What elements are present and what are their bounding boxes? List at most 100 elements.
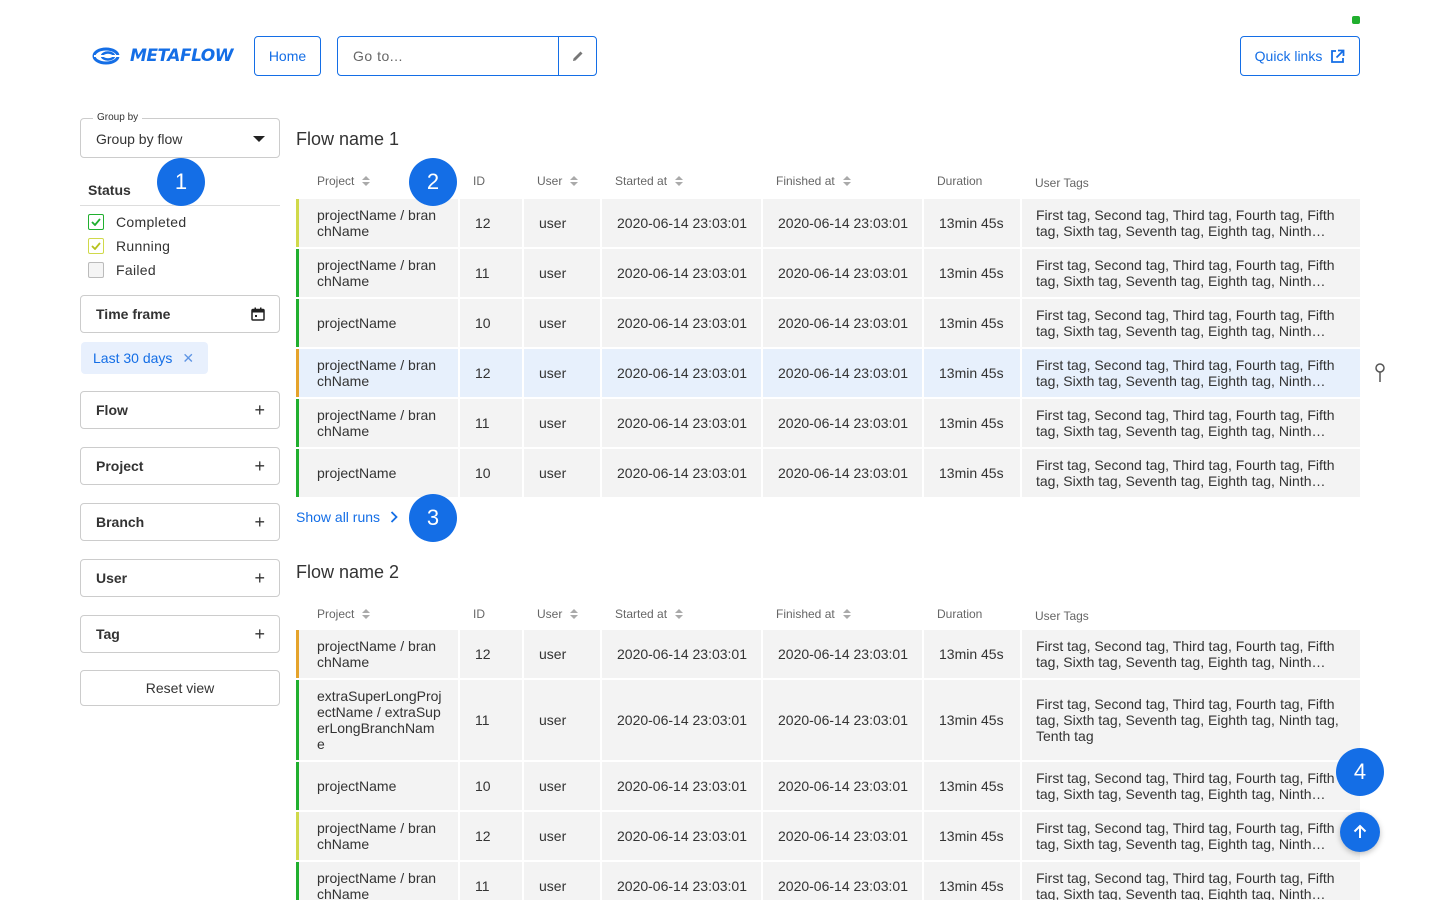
- filter-tag[interactable]: Tag +: [80, 615, 280, 653]
- column-header-project[interactable]: Project: [317, 604, 371, 624]
- filter-user[interactable]: User +: [80, 559, 280, 597]
- table-row[interactable]: projectName 10 user 2020-06-14 23:03:01 2020…: [296, 762, 1360, 810]
- table-row[interactable]: projectName / branchName 11 user 2020-06-14…: [296, 249, 1360, 297]
- id-cell: 12: [460, 812, 522, 860]
- filter-project[interactable]: Project +: [80, 447, 280, 485]
- user-tags-cell: First tag, Second tag, Third tag, Fourth…: [1022, 249, 1360, 297]
- column-header-id: ID: [473, 607, 485, 621]
- column-header-finished-at[interactable]: Finished at: [776, 171, 851, 191]
- table-row[interactable]: projectName / branchName 12 user 2020-06-14…: [296, 199, 1360, 247]
- completed-checkbox[interactable]: [88, 214, 104, 230]
- quick-links-button[interactable]: Quick links: [1240, 36, 1360, 76]
- id-cell-text: 10: [475, 315, 491, 331]
- metaflow-logo-icon: [92, 47, 122, 65]
- started-at-cell-text: 2020-06-14 23:03:01: [617, 828, 747, 844]
- user-tags-cell: First tag, Second tag, Third tag, Fourth…: [1022, 299, 1360, 347]
- status-filter-running[interactable]: Running: [88, 238, 170, 254]
- table-row[interactable]: projectName / branchName 12 user 2020-06-14…: [296, 630, 1360, 678]
- user-tags-cell-text: First tag, Second tag, Third tag, Fourth…: [1036, 357, 1335, 389]
- finished-at-cell: 2020-06-14 23:03:01: [763, 349, 922, 397]
- metaflow-logo[interactable]: METAFLOW: [92, 44, 234, 68]
- id-cell: 11: [460, 680, 522, 760]
- quick-links-label: Quick links: [1254, 48, 1323, 64]
- duration-cell-text: 13min 45s: [939, 315, 1004, 331]
- duration-cell: 13min 45s: [924, 299, 1020, 347]
- table-row[interactable]: projectName / branchName 12 user 2020-06-14…: [296, 349, 1360, 397]
- duration-cell: 13min 45s: [924, 862, 1020, 900]
- started-at-cell: 2020-06-14 23:03:01: [602, 199, 761, 247]
- started-at-cell: 2020-06-14 23:03:01: [602, 762, 761, 810]
- id-cell-text: 10: [475, 465, 491, 481]
- group-by-select[interactable]: Group by Group by flow: [80, 112, 280, 158]
- user-tags-cell-text: First tag, Second tag, Third tag, Fourth…: [1036, 407, 1335, 439]
- status-filter-failed[interactable]: Failed: [88, 262, 156, 278]
- project-cell: extraSuperLongProjectName / extraSuperLo…: [296, 680, 458, 760]
- completed-label: Completed: [116, 214, 187, 230]
- show-all-runs-link[interactable]: Show all runs: [296, 509, 398, 525]
- goto-input[interactable]: [338, 37, 558, 75]
- annotation-badge-1: 1: [157, 158, 205, 206]
- run-status-indicator: [296, 249, 299, 297]
- reset-view-button[interactable]: Reset view: [80, 670, 280, 706]
- finished-at-cell: 2020-06-14 23:03:01: [763, 762, 922, 810]
- user-cell: user: [524, 299, 600, 347]
- table-row[interactable]: projectName / branchName 11 user 2020-06-14…: [296, 399, 1360, 447]
- user-cell-text: user: [539, 646, 567, 662]
- run-status-indicator: [296, 449, 299, 497]
- started-at-cell: 2020-06-14 23:03:01: [602, 399, 761, 447]
- sort-icon: [675, 609, 684, 619]
- user-cell-text: user: [539, 878, 567, 894]
- column-header-finished-at[interactable]: Finished at: [776, 604, 851, 624]
- finished-at-cell: 2020-06-14 23:03:01: [763, 680, 922, 760]
- duration-cell-text: 13min 45s: [939, 215, 1004, 231]
- project-cell-text: projectName / branchName: [317, 638, 437, 670]
- time-frame-picker[interactable]: Time frame: [80, 295, 280, 333]
- column-header-started-at[interactable]: Started at: [615, 171, 684, 191]
- column-header-user-tags: User Tags: [1035, 176, 1089, 190]
- duration-cell-text: 13min 45s: [939, 415, 1004, 431]
- column-header-started-at[interactable]: Started at: [615, 604, 684, 624]
- table-row[interactable]: extraSuperLongProjectName / extraSuperLo…: [296, 680, 1360, 760]
- running-checkbox[interactable]: [88, 238, 104, 254]
- id-cell-text: 12: [475, 646, 491, 662]
- finished-at-cell-text: 2020-06-14 23:03:01: [778, 315, 908, 331]
- close-icon[interactable]: ✕: [182, 350, 194, 367]
- project-cell-text: projectName / branchName: [317, 407, 437, 439]
- user-tags-cell: First tag, Second tag, Third tag, Fourth…: [1022, 449, 1360, 497]
- column-header-project[interactable]: Project: [317, 171, 371, 191]
- finished-at-cell: 2020-06-14 23:03:01: [763, 249, 922, 297]
- project-cell-text: projectName / branchName: [317, 870, 437, 900]
- failed-checkbox[interactable]: [88, 262, 104, 278]
- pin-icon[interactable]: [1373, 362, 1387, 389]
- column-header-user[interactable]: User: [537, 171, 579, 191]
- finished-at-cell: 2020-06-14 23:03:01: [763, 630, 922, 678]
- duration-cell: 13min 45s: [924, 630, 1020, 678]
- sort-icon: [570, 609, 579, 619]
- running-label: Running: [116, 238, 171, 254]
- finished-at-cell-text: 2020-06-14 23:03:01: [778, 646, 908, 662]
- filter-project-label: Project: [96, 458, 144, 474]
- time-frame-chip[interactable]: Last 30 days ✕: [81, 342, 208, 374]
- status-filter-completed[interactable]: Completed: [88, 214, 186, 230]
- scroll-to-top-button[interactable]: [1340, 812, 1380, 852]
- run-status-indicator: [296, 762, 299, 810]
- user-tags-cell: First tag, Second tag, Third tag, Fourth…: [1022, 630, 1360, 678]
- project-cell-text: projectName / branchName: [317, 357, 437, 389]
- run-status-indicator: [296, 349, 299, 397]
- home-button[interactable]: Home: [254, 36, 321, 76]
- filter-flow[interactable]: Flow +: [80, 391, 280, 429]
- run-status-indicator: [296, 680, 299, 760]
- id-cell-text: 10: [475, 778, 491, 794]
- column-header-user[interactable]: User: [537, 604, 579, 624]
- duration-cell: 13min 45s: [924, 449, 1020, 497]
- plus-icon: +: [254, 455, 265, 476]
- filter-branch[interactable]: Branch +: [80, 503, 280, 541]
- project-cell: projectName / branchName: [296, 349, 458, 397]
- table-row[interactable]: projectName / branchName 11 user 2020-06-14…: [296, 862, 1360, 900]
- user-cell: user: [524, 349, 600, 397]
- table-row[interactable]: projectName / branchName 12 user 2020-06-14…: [296, 812, 1360, 860]
- table-row[interactable]: projectName 10 user 2020-06-14 23:03:01 2020…: [296, 299, 1360, 347]
- table-row[interactable]: projectName 10 user 2020-06-14 23:03:01 2020…: [296, 449, 1360, 497]
- edit-button[interactable]: [558, 37, 596, 75]
- user-cell: user: [524, 399, 600, 447]
